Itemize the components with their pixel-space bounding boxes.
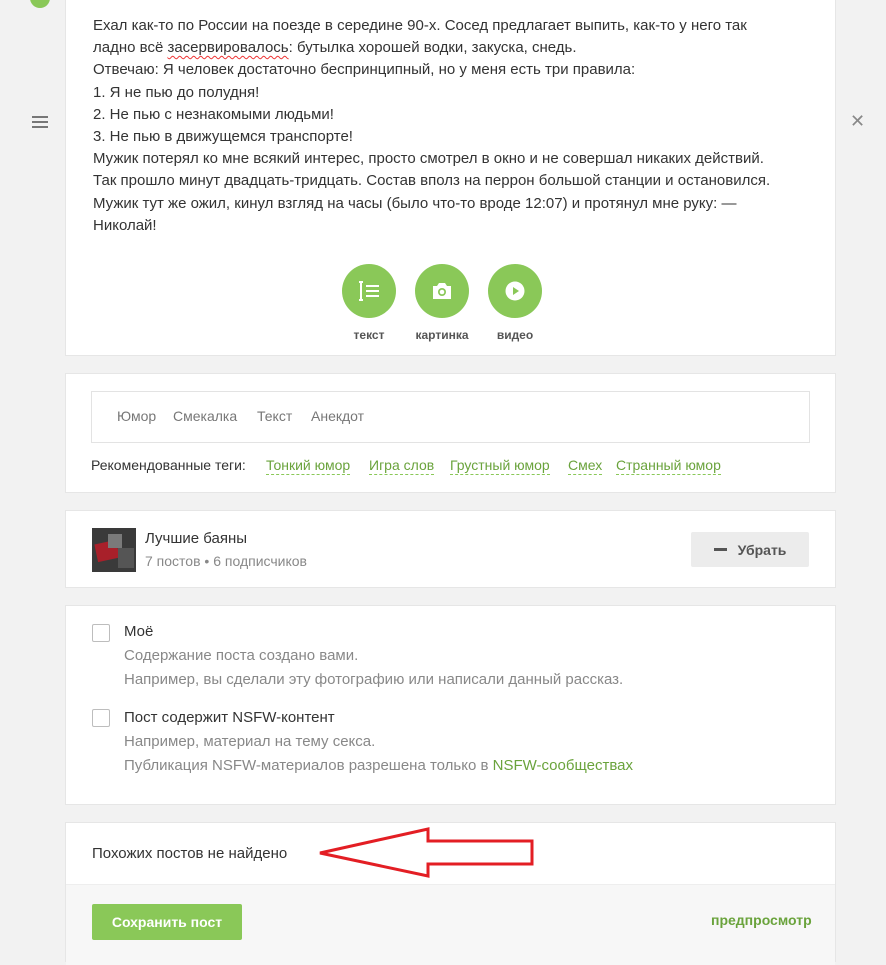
post-line: Мужик потерял ко мне всякий интерес, про… (93, 150, 764, 168)
add-text-button[interactable]: текст (329, 264, 409, 342)
community-name[interactable]: Лучшие баяны (145, 530, 247, 547)
camera-icon (415, 264, 469, 318)
mine-title[interactable]: Моё (124, 623, 153, 640)
minus-icon (713, 548, 727, 551)
post-line: Так прошло минут двадцать-тридцать. Сост… (93, 172, 771, 190)
nsfw-rule: Публикация NSFW-материалов разрешена тол… (124, 757, 633, 774)
community-stats: 7 постов • 6 подписчиков (145, 553, 307, 569)
recommended-tag[interactable]: Смех (568, 457, 603, 475)
remove-community-button[interactable]: Убрать (691, 532, 809, 567)
tool-label: картинка (415, 328, 469, 342)
tool-label: видео (496, 328, 534, 342)
save-bar: Сохранить пост предпросмотр (66, 884, 835, 965)
tool-label: текст (353, 328, 385, 342)
post-line: 1. Я не пью до полудня! (93, 83, 260, 101)
tag[interactable]: Текст (257, 408, 292, 424)
post-line: Николай! (93, 216, 157, 234)
misspelled-word: засервировалось (167, 39, 289, 57)
post-line: ладно всё засервировалось: бутылка хорош… (93, 39, 577, 57)
tags-section: Юмор Смекалка Текст Анекдот Рекомендован… (65, 373, 836, 493)
add-video-button[interactable]: видео (475, 264, 555, 342)
post-line: 3. Не пью в движущемся транспорте! (93, 128, 353, 146)
nsfw-checkbox[interactable] (92, 709, 110, 727)
tag[interactable]: Юмор (117, 408, 156, 424)
similar-posts-status: Похожих постов не найдено (92, 845, 288, 862)
preview-link[interactable]: предпросмотр (711, 912, 812, 928)
save-post-button[interactable]: Сохранить пост (92, 904, 242, 940)
post-options: Моё Содержание поста создано вами. Напри… (65, 605, 836, 805)
annotation-arrow-icon (319, 827, 534, 878)
status-dot (30, 0, 50, 8)
post-editor: Ехал как-то по России на поезде в середи… (65, 0, 836, 356)
post-line: 2. Не пью с незнакомыми людьми! (93, 105, 334, 123)
nsfw-description: Например, материал на тему секса. (124, 733, 376, 750)
remove-label: Убрать (737, 541, 787, 558)
close-icon[interactable]: ✕ (850, 112, 865, 130)
nsfw-communities-link[interactable]: NSFW-сообществах (493, 757, 633, 774)
community-avatar (92, 528, 136, 572)
mine-example: Например, вы сделали эту фотографию или … (124, 671, 624, 688)
recommended-tag[interactable]: Грустный юмор (450, 457, 550, 475)
tag[interactable]: Анекдот (311, 408, 364, 424)
play-icon (488, 264, 542, 318)
tag[interactable]: Смекалка (173, 408, 237, 424)
community-card: Лучшие баяны 7 постов • 6 подписчиков Уб… (65, 510, 836, 588)
recommended-tag[interactable]: Странный юмор (616, 457, 721, 475)
recommended-tags-label: Рекомендованные теги: (91, 457, 246, 473)
add-image-button[interactable]: картинка (402, 264, 482, 342)
post-text[interactable]: Ехал как-то по России на поезде в середи… (93, 15, 813, 237)
nsfw-title[interactable]: Пост содержит NSFW-контент (124, 709, 335, 726)
posts-count: 7 постов (145, 553, 201, 569)
mine-checkbox[interactable] (92, 624, 110, 642)
tags-input[interactable]: Юмор Смекалка Текст Анекдот (91, 391, 810, 443)
recommended-tag[interactable]: Тонкий юмор (266, 457, 351, 475)
post-line: Ехал как-то по России на поезде в середи… (93, 17, 747, 34)
post-line: Мужик тут же ожил, кинул взгляд на часы … (93, 194, 737, 212)
post-line: Отвечаю: Я человек достаточно беспринцип… (93, 61, 636, 79)
subscribers-count: 6 подписчиков (213, 553, 307, 569)
text-cursor-icon (342, 264, 396, 318)
menu-icon[interactable] (32, 116, 48, 130)
mine-description: Содержание поста создано вами. (124, 647, 359, 664)
separator: • (204, 553, 210, 569)
recommended-tag[interactable]: Игра слов (369, 457, 435, 475)
